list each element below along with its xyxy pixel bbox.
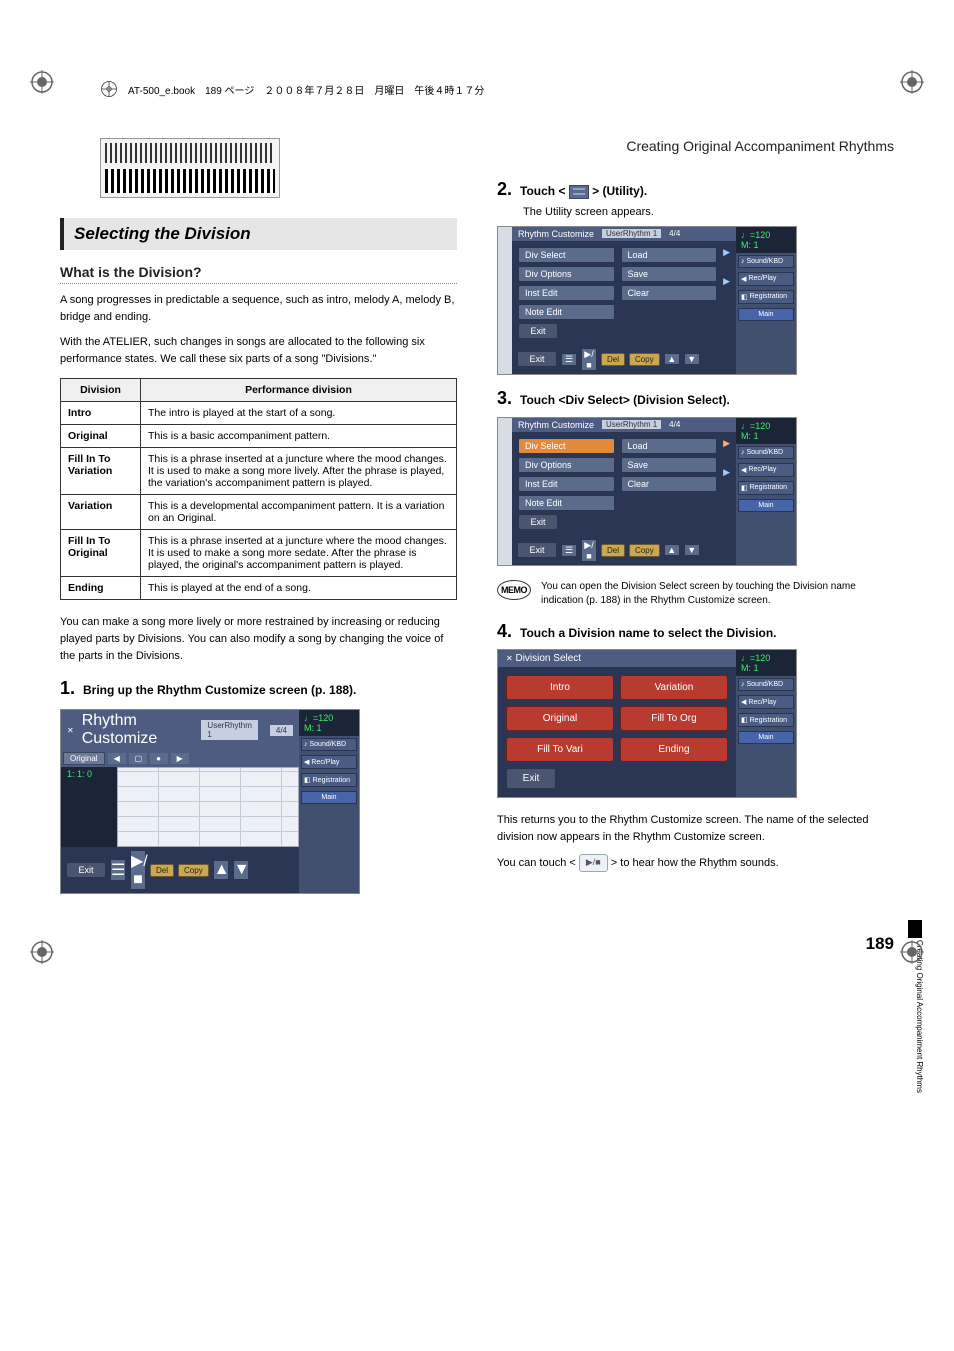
division-table: Division Performance division IntroThe i… bbox=[60, 378, 457, 600]
step-number: 4. bbox=[497, 622, 512, 640]
page-number: 189 bbox=[866, 934, 894, 954]
memo-icon: MEMO bbox=[497, 580, 531, 600]
step-text: Touch <Div Select> (Division Select). bbox=[520, 389, 730, 409]
step-1: 1. Bring up the Rhythm Customize screen … bbox=[60, 679, 457, 699]
paragraph: This returns you to the Rhythm Customize… bbox=[497, 812, 894, 846]
screenshot-rhythm-customize: ✕ Rhythm Customize UserRhythm 1 4/4 Orig… bbox=[60, 709, 360, 894]
crop-mark-icon bbox=[900, 940, 924, 964]
table-row: Fill In To VariationThis is a phrase ins… bbox=[61, 448, 457, 495]
screenshot-utility: Rhythm CustomizeUserRhythm 14/4 Div Sele… bbox=[497, 226, 797, 375]
table-row: Fill In To OriginalThis is a phrase inse… bbox=[61, 530, 457, 577]
step-text: Bring up the Rhythm Customize screen (p.… bbox=[83, 679, 356, 699]
step-4: 4. Touch a Division name to select the D… bbox=[497, 622, 894, 642]
chapter-title: Creating Original Accompaniment Rhythms bbox=[497, 138, 894, 154]
paragraph: You can touch < ▶/■ > to hear how the Rh… bbox=[497, 854, 894, 872]
crop-mark-icon bbox=[30, 70, 54, 94]
crop-mark-icon bbox=[900, 70, 924, 94]
screenshot-division-select: ✕ Division Select Intro Variation Origin… bbox=[497, 649, 797, 798]
step-text: Touch a Division name to select the Divi… bbox=[520, 622, 777, 642]
play-stop-icon: ▶/■ bbox=[579, 854, 608, 872]
table-header: Performance division bbox=[141, 379, 457, 402]
step-2: 2. Touch < > (Utility). bbox=[497, 180, 894, 200]
table-row: IntroThe intro is played at the start of… bbox=[61, 402, 457, 425]
crop-mark-icon bbox=[30, 940, 54, 964]
memo-note: MEMO You can open the Division Select sc… bbox=[497, 580, 894, 608]
step-number: 1. bbox=[60, 679, 75, 697]
utility-icon bbox=[569, 185, 589, 199]
memo-text: You can open the Division Select screen … bbox=[541, 580, 894, 608]
table-row: OriginalThis is a basic accompaniment pa… bbox=[61, 425, 457, 448]
paragraph: A song progresses in predictable a seque… bbox=[60, 292, 457, 326]
table-row: VariationThis is a developmental accompa… bbox=[61, 495, 457, 530]
table-header: Division bbox=[61, 379, 141, 402]
section-header: Selecting the Division bbox=[60, 218, 457, 250]
paragraph: You can make a song more lively or more … bbox=[60, 614, 457, 665]
panel-illustration bbox=[100, 138, 280, 198]
page-tab bbox=[908, 920, 922, 938]
subheading: What is the Division? bbox=[60, 264, 457, 284]
side-running-head: Creating Original Accompaniment Rhythms bbox=[915, 940, 924, 1140]
screenshot-utility-divselect: Rhythm CustomizeUserRhythm 14/4 Div Sele… bbox=[497, 417, 797, 566]
print-header: AT-500_e.book 189 ページ ２００８年７月２８日 月曜日 午後４… bbox=[60, 80, 894, 98]
paragraph: With the ATELIER, such changes in songs … bbox=[60, 334, 457, 368]
step-text: Touch < > (Utility). bbox=[520, 180, 647, 200]
table-row: EndingThis is played at the end of a son… bbox=[61, 577, 457, 600]
step-sub: The Utility screen appears. bbox=[523, 206, 894, 218]
step-3: 3. Touch <Div Select> (Division Select). bbox=[497, 389, 894, 409]
book-register-icon bbox=[100, 80, 118, 98]
step-number: 2. bbox=[497, 180, 512, 198]
step-number: 3. bbox=[497, 389, 512, 407]
header-text: AT-500_e.book 189 ページ ２００８年７月２８日 月曜日 午後４… bbox=[128, 82, 484, 97]
